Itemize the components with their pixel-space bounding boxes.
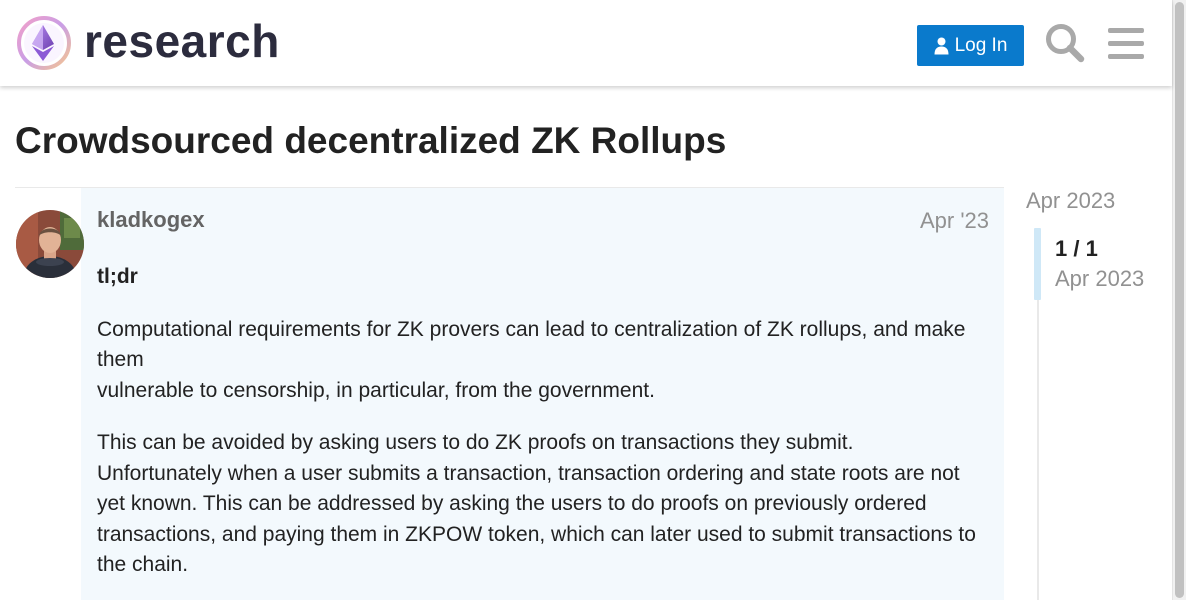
post-body: tl;dr Computational requirements for ZK …: [97, 262, 977, 603]
post-paragraph-1: Computational requirements for ZK prover…: [97, 315, 977, 407]
timeline-scroll-handle[interactable]: [1034, 228, 1041, 300]
post-paragraph-1-line-2: vulnerable to censorship, in particular,…: [97, 378, 655, 402]
page-scrollbar[interactable]: [1172, 0, 1186, 600]
login-button[interactable]: Log In: [917, 25, 1024, 66]
timeline-start-date[interactable]: Apr 2023: [1026, 188, 1115, 214]
search-button[interactable]: [1044, 22, 1086, 64]
user-icon: [934, 37, 949, 54]
post-paragraph-2: This can be avoided by asking users to d…: [97, 431, 976, 576]
search-icon: [1046, 24, 1085, 63]
avatar-photo: [16, 210, 84, 278]
user-avatar[interactable]: [16, 210, 84, 278]
post-tldr-heading: tl;dr: [97, 265, 138, 288]
ethereum-research-logo-icon: [17, 16, 71, 70]
site-logo-text: research: [84, 15, 280, 67]
timeline-position: 1 / 1: [1055, 236, 1098, 261]
post-paragraph-1-line-1: Computational requirements for ZK prover…: [97, 317, 966, 372]
site-logo[interactable]: research: [16, 14, 280, 72]
post-date[interactable]: Apr '23: [920, 208, 989, 234]
timeline-current-date: Apr 2023: [1055, 266, 1145, 291]
topic-title[interactable]: Crowdsourced decentralized ZK Rollups: [15, 119, 726, 163]
scrollbar-thumb[interactable]: [1175, 2, 1184, 598]
post-author-username[interactable]: kladkogex: [97, 207, 205, 233]
hamburger-menu-button[interactable]: [1106, 22, 1146, 64]
site-header: research Log In: [0, 0, 1172, 86]
hamburger-menu-icon: [1108, 28, 1144, 59]
login-button-label: Log In: [954, 34, 1008, 56]
